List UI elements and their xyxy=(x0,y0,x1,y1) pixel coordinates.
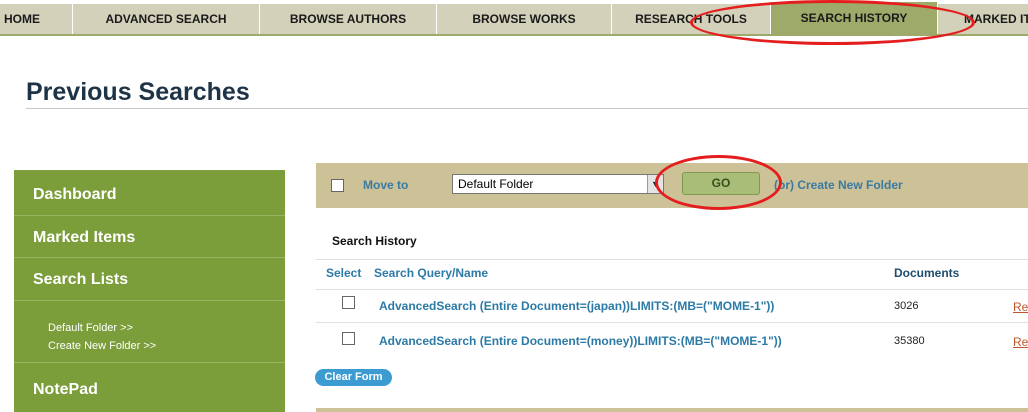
clear-form-button[interactable]: Clear Form xyxy=(315,369,392,386)
sidebar-divider xyxy=(14,362,285,363)
column-header-query: Search Query/Name xyxy=(374,266,489,280)
table-divider xyxy=(316,259,1028,260)
column-header-select: Select xyxy=(326,266,362,280)
tab-browse-works[interactable]: BROWSE WORKS xyxy=(437,4,612,34)
highlight-ellipse-go-button xyxy=(655,155,782,210)
tab-browse-works-label: BROWSE WORKS xyxy=(472,12,576,26)
search-query-link[interactable]: AdvancedSearch (Entire Document=(money))… xyxy=(379,334,782,348)
document-count: 3026 xyxy=(894,300,919,312)
column-header-documents: Documents xyxy=(894,266,960,280)
rerun-link[interactable]: Re xyxy=(1013,335,1028,349)
sidebar-divider xyxy=(14,215,285,216)
tab-home-label: HOME xyxy=(4,12,40,26)
sidebar-item-notepad[interactable]: NotePad xyxy=(33,381,98,399)
tab-browse-authors[interactable]: BROWSE AUTHORS xyxy=(260,4,437,34)
sidebar-divider xyxy=(14,257,285,258)
sidebar-divider xyxy=(14,300,285,301)
tab-advanced-search[interactable]: ADVANCED SEARCH xyxy=(73,4,260,34)
sidebar-link-default-folder[interactable]: Default Folder >> xyxy=(48,322,133,334)
table-divider xyxy=(316,289,1028,290)
document-count: 35380 xyxy=(894,335,925,347)
bottom-action-bar xyxy=(316,408,1028,412)
row-checkbox[interactable] xyxy=(342,332,355,345)
row-checkbox[interactable] xyxy=(342,296,355,309)
search-query-link[interactable]: AdvancedSearch (Entire Document=(japan))… xyxy=(379,299,774,313)
select-all-checkbox[interactable] xyxy=(331,179,344,192)
create-new-folder-link[interactable]: (or) Create New Folder xyxy=(774,178,903,192)
tab-advanced-search-label: ADVANCED SEARCH xyxy=(105,12,227,26)
rerun-link[interactable]: Re xyxy=(1013,300,1028,314)
sidebar-item-dashboard[interactable]: Dashboard xyxy=(33,186,117,204)
page-title: Previous Searches xyxy=(26,78,250,106)
tab-browse-authors-label: BROWSE AUTHORS xyxy=(289,12,407,26)
table-divider xyxy=(316,322,1028,323)
highlight-ellipse-search-history xyxy=(690,0,975,45)
sidebar: Dashboard Marked Items Search Lists Defa… xyxy=(14,170,285,412)
search-history-heading: Search History xyxy=(332,234,417,248)
sidebar-item-marked-items[interactable]: Marked Items xyxy=(33,229,135,247)
folder-select[interactable]: Default Folder ▼ xyxy=(452,174,664,194)
sidebar-link-create-new-folder[interactable]: Create New Folder >> xyxy=(48,340,156,352)
folder-select-value: Default Folder xyxy=(458,177,534,191)
move-to-label: Move to xyxy=(363,178,409,192)
tab-home[interactable]: HOME xyxy=(0,4,73,34)
sidebar-item-search-lists[interactable]: Search Lists xyxy=(33,271,128,289)
title-divider xyxy=(26,108,1028,109)
